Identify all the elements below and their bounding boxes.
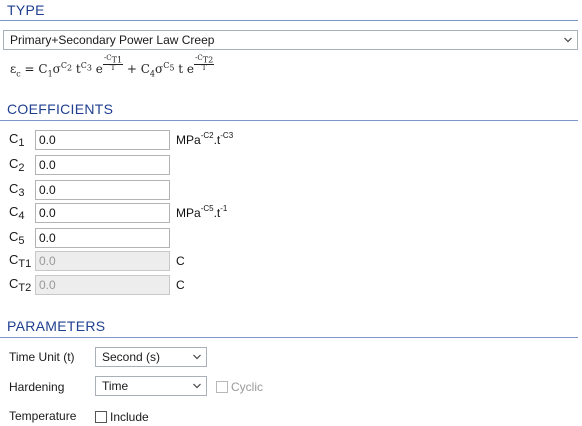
temperature-label: Temperature [9, 409, 77, 423]
coefficient-unit: C [176, 253, 185, 268]
formula-t-e-2: t e [174, 62, 194, 76]
formula-t-1: t [72, 62, 81, 76]
formula-frac1-num: -C [103, 54, 112, 63]
coefficient-label: CT2 [9, 276, 32, 294]
time-unit-select-value: Second (s) [102, 350, 161, 364]
coefficient-label: C4 [9, 204, 25, 222]
formula-frac2-num: -C [195, 54, 203, 63]
include-temperature-label: Include [110, 410, 149, 424]
coefficient-unit-base: C [176, 254, 185, 268]
coefficient-unit-exp1: -C2 [200, 131, 214, 140]
creep-model-select[interactable]: Primary+Secondary Power Law Creep [3, 30, 578, 50]
coefficient-label-letter: C [9, 252, 19, 267]
coefficients-section-title: COEFFICIENTS [7, 101, 114, 117]
formula-sigma-2: σ [155, 62, 164, 76]
cyclic-checkbox[interactable] [216, 381, 228, 393]
coefficient-unit-base: C [176, 278, 185, 292]
coefficient-label: C3 [9, 181, 25, 199]
coefficient-input[interactable]: 0.0 [35, 228, 170, 248]
coefficient-unit: MPa-C2.t-C3 [176, 131, 234, 147]
hardening-label: Hardening [9, 380, 65, 394]
coefficient-unit-exp2: -C3 [220, 131, 234, 140]
coefficient-unit: C [176, 277, 185, 292]
chevron-down-icon [193, 383, 201, 390]
coefficient-input[interactable]: 0.0 [35, 155, 170, 175]
formula-e-1: e [91, 62, 103, 76]
chevron-down-icon [193, 354, 201, 361]
coefficient-label-sub: 3 [18, 187, 25, 199]
coefficient-label: CT1 [9, 252, 32, 270]
coefficient-input: 0.0 [35, 275, 170, 295]
coefficient-unit-base: MPa [176, 133, 201, 147]
type-section-divider [0, 20, 578, 21]
parameters-section-title: PARAMETERS [7, 318, 106, 334]
chevron-down-icon [564, 37, 572, 44]
coefficient-unit: MPa-C5.t-1 [176, 204, 228, 220]
coefficient-label: C2 [9, 156, 25, 174]
coefficient-input[interactable]: 0.0 [35, 203, 170, 223]
include-temperature-checkbox[interactable] [95, 411, 107, 423]
coefficient-input[interactable]: 0.0 [35, 180, 170, 200]
coefficient-label-letter: C [9, 276, 19, 291]
coefficient-label-letter: C [9, 181, 19, 196]
coefficient-label: C5 [9, 229, 25, 247]
coefficient-label-sub: 2 [18, 162, 25, 174]
formula-fraction-2: -CT2 T [194, 54, 215, 72]
time-unit-select[interactable]: Second (s) [95, 347, 207, 367]
coefficient-label-letter: C [9, 204, 19, 219]
formula-frac1-den: T [110, 63, 116, 72]
coefficient-label-letter: C [9, 156, 19, 171]
coefficient-label-sub: T2 [18, 282, 32, 294]
cyclic-checkbox-label: Cyclic [231, 380, 263, 394]
hardening-select[interactable]: Time [95, 376, 207, 396]
coefficient-label-sub: 4 [18, 210, 25, 222]
coefficient-input: 0.0 [35, 251, 170, 271]
creep-model-select-value: Primary+Secondary Power Law Creep [10, 33, 215, 47]
coefficient-unit-exp1: -C5 [200, 204, 214, 213]
formula-fraction-1: -CT1 T [102, 54, 124, 72]
coefficient-label-sub: 5 [18, 235, 25, 247]
coefficient-label-letter: C [9, 131, 19, 146]
coefficient-unit-base: MPa [176, 206, 201, 220]
parameters-section-divider [0, 337, 578, 338]
coefficient-unit-exp2: -1 [220, 204, 228, 213]
formula-sigma-1: σ [52, 62, 61, 76]
time-unit-label: Time Unit (t) [9, 350, 75, 364]
coefficient-label-letter: C [9, 229, 19, 244]
coefficient-input[interactable]: 0.0 [35, 130, 170, 150]
coefficient-label-sub: T1 [18, 258, 32, 270]
coefficient-label: C1 [9, 131, 25, 149]
type-section-title: TYPE [7, 2, 45, 18]
formula-plus-c: + C [123, 62, 150, 76]
formula-frac2-den: T [201, 63, 207, 72]
coefficient-label-sub: 1 [18, 137, 25, 149]
coefficients-section-divider [0, 120, 578, 121]
formula-equals-c: = C [20, 62, 48, 76]
hardening-select-value: Time [102, 379, 129, 393]
creep-formula: εc = C1σC2 tC3 e -CT1 T + C4σC5 t e -CT2 T [10, 55, 215, 87]
